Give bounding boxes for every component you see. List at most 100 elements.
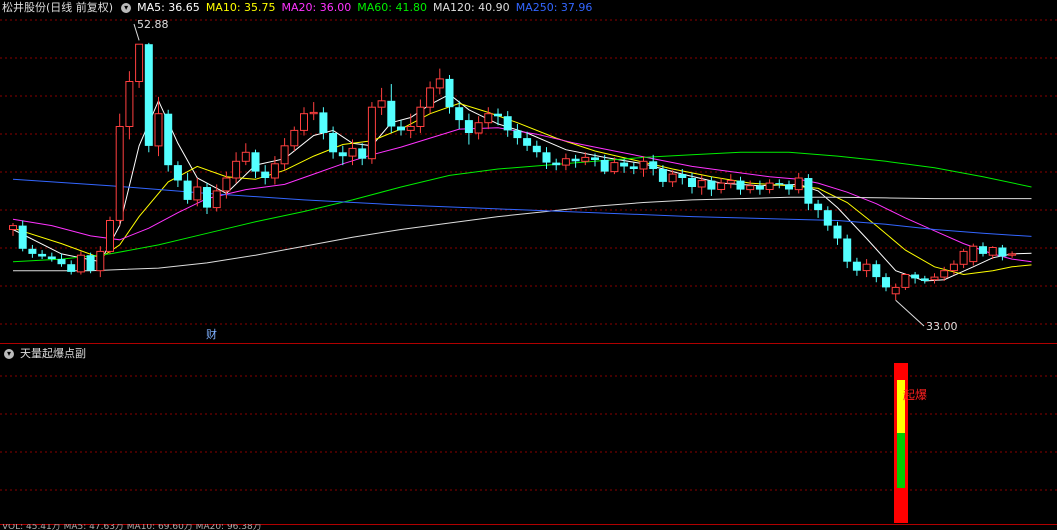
candle-body-up [697, 180, 706, 188]
candle-body-up [125, 81, 134, 127]
candle-body-up [367, 106, 376, 160]
candle-body-up [115, 126, 124, 221]
candle-body-down [67, 264, 76, 272]
candle-body-up [135, 43, 144, 82]
candle-body-down [649, 161, 658, 169]
candle-body-up [9, 225, 17, 231]
candle-body-down [329, 133, 338, 153]
candle-body-up [891, 286, 900, 295]
grid-lines [0, 19, 1057, 325]
candle-body-up [726, 180, 735, 184]
candle-body-up [969, 245, 978, 263]
candle-body-up [639, 160, 648, 170]
sub-settings-icon[interactable]: ▾ [4, 349, 14, 359]
candle-body-down [542, 152, 551, 163]
candle-body-up [435, 78, 444, 89]
candle-body-down [785, 184, 793, 190]
candle-body-down [319, 112, 328, 133]
price-chart[interactable]: 52.88 33.00 财 起爆 [0, 0, 1057, 530]
chart-window: 松井股份(日线 前复权) ▾ MA5: 36.65 MA10: 35.75 MA20: … [0, 0, 1057, 530]
candle-body-up [212, 190, 221, 209]
candle-body-down [998, 247, 1007, 257]
candle-body-up [76, 254, 85, 273]
candle-body-down [57, 259, 66, 265]
candle-body-down [600, 160, 609, 172]
high-price-label: 52.88 [137, 18, 169, 31]
candle-body-down [358, 148, 367, 159]
candle-body-down [814, 203, 823, 211]
candle-body-up [930, 276, 939, 281]
candle-body-up [280, 145, 289, 165]
low-price-label: 33.00 [926, 320, 958, 333]
candle-body-down [455, 107, 464, 121]
candle-body-up [581, 156, 590, 162]
candle-body-up [377, 100, 386, 108]
candle-body-up [746, 185, 755, 191]
candle-body-down [164, 113, 173, 166]
candle-body-down [183, 180, 192, 200]
candle-body-down [872, 264, 881, 278]
candle-body-down [338, 152, 347, 157]
candle-body-down [658, 169, 667, 182]
candle-body-down [843, 238, 852, 262]
sub-panel-header: ▾ 天量起爆点副 [2, 347, 92, 361]
ma-line-ma120 [13, 196, 1032, 272]
candle-body-up [668, 173, 677, 183]
candle-body-down [852, 261, 861, 271]
candle-body-down [494, 113, 502, 117]
candle-body-down [251, 152, 260, 172]
candle-body-up [474, 122, 483, 134]
candle-body-down [261, 171, 270, 178]
ma-line-ma60 [12, 151, 1032, 263]
candle-body-down [144, 44, 153, 146]
sub-panel-title[interactable]: 天量起爆点副 [20, 347, 86, 360]
candle-body-up [290, 129, 299, 147]
candle-body-down [571, 158, 580, 162]
candle-body-down [387, 100, 396, 127]
candle-body-down [629, 166, 638, 169]
event-marker: 财 [206, 327, 217, 341]
candle-body-down [920, 278, 929, 281]
candle-body-down [38, 253, 47, 257]
candle-body-down [979, 246, 987, 254]
candle-body-down [532, 145, 541, 153]
candle-body-up [561, 158, 570, 166]
candle-body-down [203, 187, 211, 208]
candle-body-up [988, 247, 997, 256]
candle-body-up [270, 163, 279, 179]
candle-body-down [591, 157, 599, 160]
candle-body-down [736, 180, 745, 190]
candle-body-up [241, 151, 250, 162]
signal-bar-green [897, 433, 905, 488]
candle-body-up [416, 106, 425, 127]
candle-body-down [18, 225, 27, 249]
candle-body-up [794, 177, 803, 191]
sub-bottom-text: VOL: 45.41万 MA5: 47.63万 MA10: 69.60万 MA2… [2, 524, 262, 530]
candle-body-down [911, 274, 920, 279]
candle-body-up [484, 113, 493, 124]
candle-body-down [47, 256, 56, 260]
candle-body-down [804, 178, 813, 204]
candle-body-down [86, 255, 95, 271]
candle-body-up [862, 263, 871, 272]
candle-body-down [173, 165, 182, 181]
candle-body-down [823, 210, 832, 226]
candle-body-down [678, 174, 687, 178]
candle-body-down [513, 130, 522, 139]
candle-body-up [959, 250, 968, 265]
candle-body-up [222, 177, 231, 192]
candle-body-down [397, 126, 405, 131]
candle-body-up [406, 126, 415, 131]
candle-body-down [464, 120, 473, 133]
candle-body-down [882, 277, 890, 288]
candle-body-up [193, 186, 202, 201]
candle-body-up [610, 162, 619, 173]
candle-body-up [106, 220, 114, 252]
candle-body-up [765, 182, 774, 191]
candle-body-up [426, 87, 435, 108]
signal-bar: 起爆 [894, 363, 927, 523]
candle-body-down [688, 178, 696, 187]
candle-body-down [28, 248, 37, 254]
candle-body-down [833, 225, 842, 239]
candle-body-up [232, 160, 241, 179]
